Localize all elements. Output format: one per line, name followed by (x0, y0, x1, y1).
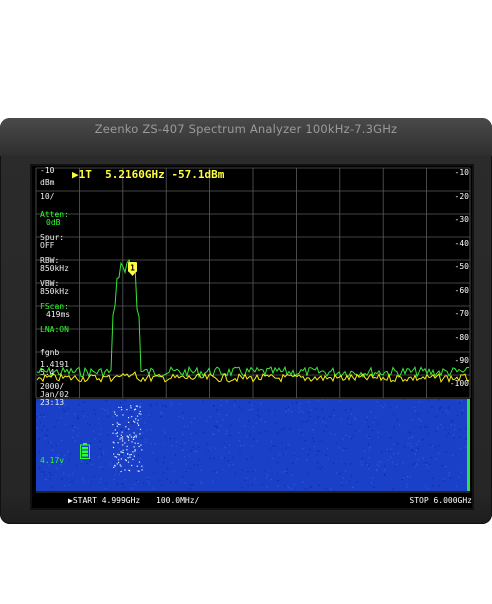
device-title: Zeenko ZS-407 Spectrum Analyzer 100kHz-7… (94, 122, 398, 136)
left-status-panel: -10 dBm 10/ Atten: 0dB Spur: OFF RBW: 85… (38, 166, 90, 514)
right-db-scale: -10 -20 -30 -40 -50 -60 -70 -80 -90 -100 (443, 166, 469, 466)
fgnb-label: fgnb (40, 348, 60, 357)
scale-per-div: 10/ (40, 192, 55, 201)
ref-unit: dBm (40, 178, 55, 187)
clock-time: 23:13 (40, 398, 65, 407)
scale-tick: -20 (454, 192, 469, 201)
scale-tick: -30 (454, 215, 469, 224)
waterfall-area (36, 399, 470, 491)
span-per-div[interactable]: 100.0MHz/ (156, 496, 199, 505)
vbw-value: 850kHz (40, 287, 69, 296)
plot-grid (35, 167, 471, 399)
scale-tick: -90 (454, 356, 469, 365)
lna-status[interactable]: LNA:ON (40, 325, 69, 334)
fscan-value: 419ms (46, 310, 71, 319)
device-bezel: Zeenko ZS-407 Spectrum Analyzer 100kHz-7… (0, 118, 492, 156)
scale-tick: -100 (449, 379, 469, 388)
stop-frequency[interactable]: STOP 6.000GHz (409, 496, 472, 505)
scale-tick: -40 (454, 239, 469, 248)
analyzer-device: Zeenko ZS-407 Spectrum Analyzer 100kHz-7… (0, 118, 492, 524)
frequency-bar: ▶START 4.999GHz 100.0MHz/ STOP 6.000GHz (68, 495, 472, 507)
ref-level: -10 (40, 166, 55, 175)
atten-value: 0dB (46, 218, 61, 227)
battery-voltage: 4.17v (40, 456, 65, 465)
fgnb-value-2: 5.4 (40, 368, 55, 377)
analyzer-screen: 1 ▶1T 5.2160GHz -57.1dBm -10 dBm 10/ Att… (30, 164, 474, 510)
rbw-value: 850kHz (40, 264, 69, 273)
svg-text:1: 1 (130, 264, 135, 273)
scale-tick: -50 (454, 262, 469, 271)
scale-tick: -80 (454, 333, 469, 342)
marker-readout: ▶1T 5.2160GHz -57.1dBm (72, 168, 225, 181)
scale-tick: -60 (454, 286, 469, 295)
scale-tick: -10 (454, 168, 469, 177)
spectrum-plot: 1 (35, 167, 471, 493)
start-frequency[interactable]: ▶START 4.999GHz (68, 496, 140, 505)
scale-tick: -70 (454, 309, 469, 318)
spur-value: OFF (40, 241, 55, 250)
